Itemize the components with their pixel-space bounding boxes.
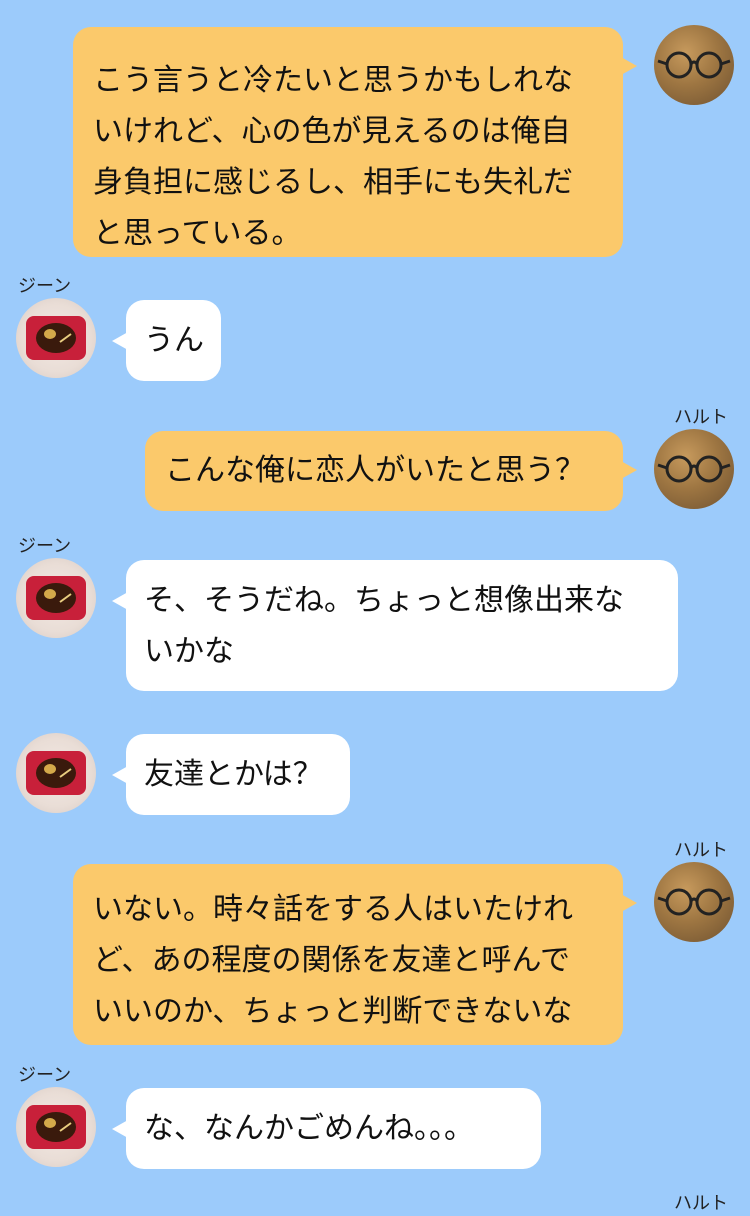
message-line: 身負担に感じるし、相手にも失礼だ <box>93 165 573 200</box>
message-line: いかな <box>144 634 234 669</box>
avatar-jean[interactable] <box>16 1087 96 1167</box>
chocolate-package-icon <box>26 751 86 795</box>
message-bubble-left: 友達とかは？ <box>112 734 350 815</box>
avatar-jean[interactable] <box>16 558 96 638</box>
message-line: うん <box>144 323 204 358</box>
chocolate-package-icon <box>26 1105 86 1149</box>
message-line: 友達とかは？ <box>144 757 323 792</box>
chocolate-package-icon <box>26 316 86 360</box>
sender-name: ジーン <box>18 1065 72 1086</box>
message-line: ど、あの程度の関係を友達と呼んで <box>93 943 570 978</box>
sender-name: ジーン <box>18 276 72 297</box>
sender-name: ハルト <box>674 840 728 861</box>
message-line: いいのか、ちょっと判断できないな <box>93 994 573 1029</box>
glasses-icon <box>657 888 731 916</box>
avatar-halt[interactable] <box>654 25 734 105</box>
message-line: そ、そうだね。ちょっと想像出来な <box>144 583 624 618</box>
message-bubble-right: いない。時々話をする人はいたけれ ど、あの程度の関係を友達と呼んで いいのか、ち… <box>73 864 637 1045</box>
message-line: いけれど、心の色が見えるのは俺自 <box>93 114 571 149</box>
message-line: と思っている。 <box>93 216 302 251</box>
message-bubble-right: こう言うと冷たいと思うかもしれな いけれど、心の色が見えるのは俺自 身負担に感じ… <box>73 27 637 257</box>
avatar-jean[interactable] <box>16 298 96 378</box>
message-line: いない。時々話をする人はいたけれ <box>93 892 573 927</box>
sender-name: ハルト <box>674 407 728 428</box>
avatar-jean[interactable] <box>16 733 96 813</box>
message-line: こんな俺に恋人がいたと思う？ <box>165 453 585 488</box>
avatar-halt[interactable] <box>654 862 734 942</box>
chocolate-package-icon <box>26 576 86 620</box>
glasses-icon <box>657 51 731 79</box>
message-line: こう言うと冷たいと思うかもしれな <box>93 63 573 98</box>
sender-name: ジーン <box>18 536 72 557</box>
message-bubble-left: うん <box>112 300 221 381</box>
message-line: な、なんかごめんね。。。 <box>144 1111 474 1146</box>
message-bubble-left: な、なんかごめんね。。。 <box>112 1088 541 1169</box>
avatar-halt[interactable] <box>654 429 734 509</box>
glasses-icon <box>657 455 731 483</box>
message-bubble-right: こんな俺に恋人がいたと思う？ <box>145 431 637 511</box>
sender-name: ハルト <box>674 1193 728 1214</box>
message-bubble-left: そ、そうだね。ちょっと想像出来な いかな <box>112 560 678 691</box>
